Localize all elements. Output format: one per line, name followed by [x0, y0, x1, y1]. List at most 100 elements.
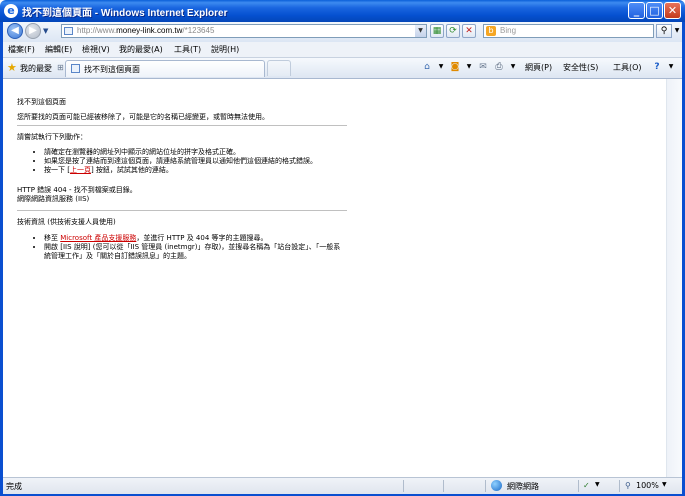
address-dropdown[interactable]: ▼ [415, 25, 426, 37]
home-icon[interactable]: ⌂ [421, 61, 433, 73]
help-icon[interactable]: ? [651, 61, 663, 73]
stop-button[interactable]: ✕ [462, 24, 476, 38]
back-link[interactable]: 上一頁 [70, 166, 91, 174]
chevron-down-icon[interactable]: ▼ [435, 61, 447, 73]
globe-icon [491, 480, 502, 491]
tech-text: ，並進行 HTTP 及 404 等字的主題搜尋。 [136, 234, 268, 242]
print-icon[interactable]: ⎙ [493, 61, 505, 73]
search-button[interactable]: ⚲ [656, 24, 672, 38]
refresh-button[interactable]: ⟳ [446, 24, 460, 38]
quick-tabs-icon[interactable]: ⊞ [57, 63, 64, 72]
status-separator [485, 480, 486, 492]
page-menu[interactable]: 網頁(P) [525, 62, 552, 73]
divider [17, 210, 347, 211]
server-line: 網際網路資訊服務 (IIS) [17, 195, 90, 203]
ie-logo-icon: e [4, 4, 18, 18]
search-icon: ⚲ [660, 26, 668, 36]
chevron-down-icon: ▼ [674, 27, 680, 34]
tech-heading: 技術資訊 (供技術支援人員使用) [17, 218, 116, 226]
tab-current[interactable]: 找不到這個頁面 [65, 60, 265, 77]
suggestion-item: 按一下 [上一頁] 按鈕，試試其他的連結。 [44, 166, 347, 175]
chevron-down-icon[interactable]: ▼ [662, 481, 667, 488]
search-input[interactable]: b Bing [483, 24, 654, 38]
zoom-icon: ⚲ [625, 481, 631, 490]
tech-text: 移至 [44, 234, 61, 242]
search-options-dropdown[interactable]: ▼ [672, 24, 682, 38]
chevron-down-icon[interactable]: ▼ [665, 61, 677, 73]
page-icon [71, 64, 80, 73]
rss-feed-icon[interactable]: ◙ [449, 61, 461, 73]
url-text: http://www.money-link.com.tw/*123645 [77, 26, 214, 35]
suggestion-text: 按一下 [ [44, 166, 70, 174]
suggestion-list: 請確定在瀏覽器的網址列中顯示的網站位址的拼字及格式正確。 如果您是按了連結而到達… [17, 148, 347, 175]
menu-favorites[interactable]: 我的最愛(A) [119, 44, 163, 55]
minimize-button[interactable]: _ [628, 2, 645, 19]
status-separator [403, 480, 404, 492]
back-arrow-icon: ◀ [11, 25, 19, 36]
status-bar: 完成 網際網路 ✓ ▼ ⚲ 100% ▼ [3, 477, 682, 494]
zoom-level[interactable]: 100% [636, 481, 659, 490]
chevron-down-icon: ▼ [418, 27, 423, 34]
chevron-down-icon[interactable]: ▼ [463, 61, 475, 73]
compatibility-icon: ▦ [432, 26, 442, 36]
status-separator [578, 480, 579, 492]
address-toolbar: ◀ ▶ ▼ http://www.money-link.com.tw/*1236… [3, 22, 682, 42]
recent-pages-dropdown[interactable]: ▼ [43, 27, 48, 35]
error-code-line: HTTP 錯誤 404 - 找不到檔案或目錄。 [17, 186, 137, 194]
minimize-icon: _ [633, 4, 640, 17]
suggestion-text: ] 按鈕，試試其他的連結。 [90, 166, 173, 174]
protected-mode-icon[interactable]: ✓ [583, 481, 590, 490]
favorites-star-icon[interactable]: ★ [7, 62, 18, 73]
tools-menu[interactable]: 工具(O) [613, 62, 642, 73]
page-heading: 找不到這個頁面 [17, 98, 66, 106]
close-icon: ✕ [667, 4, 678, 17]
menu-file[interactable]: 檔案(F) [8, 44, 35, 55]
stop-icon: ✕ [465, 26, 473, 36]
page-description: 您所要找的頁面可能已經被移除了，可能是它的名稱已經變更，或暫時無法使用。 [17, 113, 269, 121]
search-placeholder: Bing [500, 26, 517, 35]
menu-bar: 檔案(F) 編輯(E) 檢視(V) 我的最愛(A) 工具(T) 說明(H) [3, 42, 682, 58]
suggestion-item: 如果您是按了連結而到達這個頁面，請連絡系統管理員以通知他們這個連結的格式錯誤。 [44, 157, 347, 166]
maximize-button[interactable]: □ [646, 2, 663, 19]
forward-arrow-icon: ▶ [29, 25, 37, 36]
compatibility-view-button[interactable]: ▦ [430, 24, 444, 38]
error-page: 找不到這個頁面 您所要找的頁面可能已經被移除了，可能是它的名稱已經變更，或暫時無… [17, 98, 347, 261]
tech-list: 移至 Microsoft 產品支援服務，並進行 HTTP 及 404 等字的主題… [17, 234, 347, 261]
chevron-down-icon[interactable]: ▼ [595, 481, 600, 488]
suggestion-item: 請確定在瀏覽器的網址列中顯示的網站位址的拼字及格式正確。 [44, 148, 347, 157]
menu-help[interactable]: 說明(H) [211, 44, 239, 55]
url-suffix: /*123645 [182, 26, 215, 35]
menu-view[interactable]: 檢視(V) [82, 44, 110, 55]
microsoft-support-link[interactable]: Microsoft 產品支援服務 [60, 234, 136, 242]
menu-edit[interactable]: 編輯(E) [45, 44, 72, 55]
refresh-icon: ⟳ [449, 26, 457, 36]
mail-icon[interactable]: ✉ [477, 61, 489, 73]
vertical-scrollbar[interactable] [666, 79, 682, 477]
close-button[interactable]: ✕ [664, 2, 681, 19]
safety-menu[interactable]: 安全性(S) [563, 62, 598, 73]
menu-tools[interactable]: 工具(T) [174, 44, 201, 55]
status-separator [619, 480, 620, 492]
back-button[interactable]: ◀ [7, 23, 23, 39]
tab-title: 找不到這個頁面 [84, 65, 140, 74]
favorites-button[interactable]: 我的最愛 [20, 63, 52, 74]
chevron-down-icon: ▼ [43, 27, 49, 35]
url-domain: money-link.com.tw [116, 26, 183, 35]
address-input[interactable]: http://www.money-link.com.tw/*123645 ▼ [61, 24, 427, 38]
favorites-tab-bar: ★ 我的最愛 ⊞ 找不到這個頁面 ⌂ ▼ ◙ ▼ ✉ ⎙ ▼ 網頁(P) 安全性… [3, 58, 682, 79]
status-text: 完成 [6, 482, 22, 491]
page-content: 找不到這個頁面 您所要找的頁面可能已經被移除了，可能是它的名稱已經變更，或暫時無… [3, 79, 666, 477]
tech-item: 開啟 [IIS 說明] (您可以從「IIS 管理員 (inetmgr)」存取)，… [44, 243, 347, 261]
title-bar[interactable]: e 找不到這個頁面 - Windows Internet Explorer _ … [0, 0, 685, 22]
window-title: 找不到這個頁面 - Windows Internet Explorer [22, 8, 228, 19]
try-heading: 請嘗試執行下列動作： [17, 133, 87, 141]
bing-icon: b [486, 26, 496, 36]
url-prefix: http://www. [77, 26, 117, 35]
security-zone[interactable]: 網際網路 [507, 481, 539, 492]
new-tab-button[interactable] [267, 60, 291, 76]
status-separator [443, 480, 444, 492]
forward-button[interactable]: ▶ [25, 23, 41, 39]
divider [17, 125, 347, 126]
chevron-down-icon[interactable]: ▼ [507, 61, 519, 73]
page-icon [64, 27, 73, 35]
